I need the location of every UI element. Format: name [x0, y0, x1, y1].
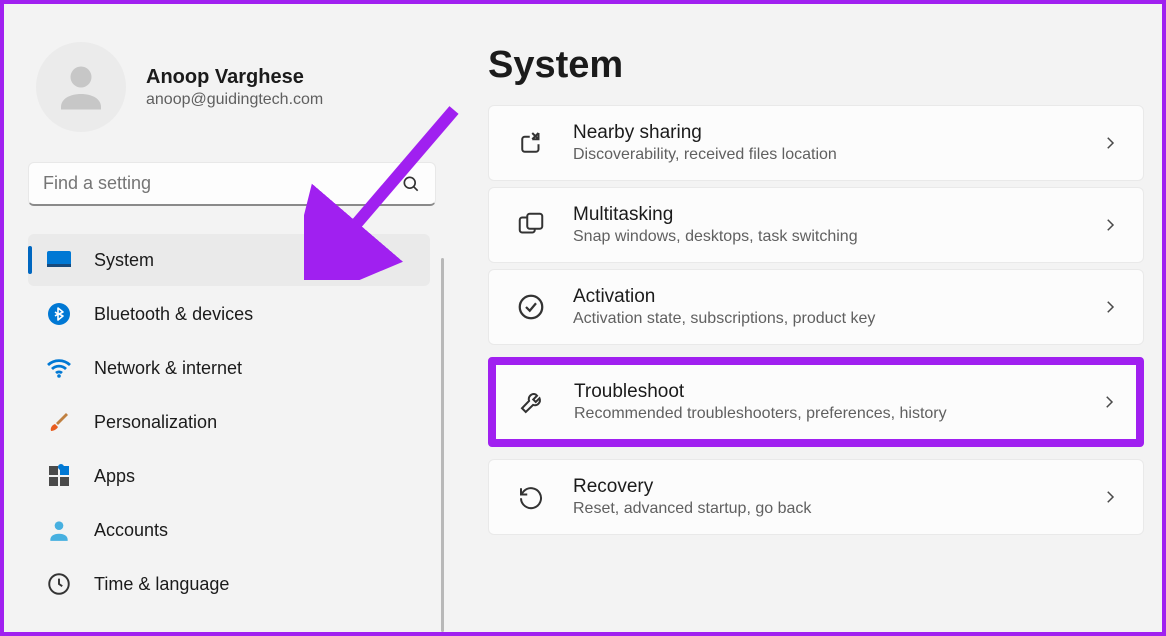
- sidebar-scrollbar[interactable]: [441, 258, 444, 632]
- setting-nearby-sharing[interactable]: Nearby sharing Discoverability, received …: [488, 105, 1144, 181]
- chevron-right-icon: [1100, 393, 1118, 411]
- avatar: [36, 42, 126, 132]
- main-content: System Nearby sharing Discoverability, re…: [454, 4, 1162, 632]
- profile-text: Anoop Varghese anoop@guidingtech.com: [146, 66, 323, 109]
- setting-recovery[interactable]: Recovery Reset, advanced startup, go back: [488, 459, 1144, 535]
- chevron-right-icon: [1101, 134, 1119, 152]
- person-icon: [51, 57, 111, 117]
- wrench-icon: [516, 386, 548, 418]
- sidebar-item-accounts[interactable]: Accounts: [28, 504, 430, 556]
- account-icon: [46, 517, 72, 543]
- setting-desc: Activation state, subscriptions, product…: [573, 310, 1075, 328]
- share-icon: [515, 127, 547, 159]
- sidebar-item-label: Network & internet: [94, 358, 242, 379]
- setting-troubleshoot[interactable]: Troubleshoot Recommended troubleshooters,…: [488, 357, 1144, 447]
- sidebar: Anoop Varghese anoop@guidingtech.com Sys…: [4, 4, 454, 632]
- sidebar-item-apps[interactable]: Apps: [28, 450, 430, 502]
- sidebar-item-time-language[interactable]: Time & language: [28, 558, 430, 610]
- sidebar-item-bluetooth-devices[interactable]: Bluetooth & devices: [28, 288, 430, 340]
- setting-text: Nearby sharing Discoverability, received …: [573, 122, 1075, 164]
- setting-text: Troubleshoot Recommended troubleshooters,…: [574, 381, 1074, 423]
- check-icon: [515, 291, 547, 323]
- bluetooth-icon: [46, 301, 72, 327]
- sidebar-item-label: System: [94, 250, 154, 271]
- settings-list: Nearby sharing Discoverability, received …: [488, 105, 1144, 535]
- setting-text: Activation Activation state, subscription…: [573, 286, 1075, 328]
- setting-text: Multitasking Snap windows, desktops, task…: [573, 204, 1075, 246]
- setting-desc: Reset, advanced startup, go back: [573, 500, 1075, 518]
- page-title: System: [488, 44, 1144, 87]
- sidebar-item-system[interactable]: System: [28, 234, 430, 286]
- system-icon: [46, 247, 72, 273]
- apps-icon: [46, 463, 72, 489]
- profile-block[interactable]: Anoop Varghese anoop@guidingtech.com: [28, 42, 440, 132]
- chevron-right-icon: [1101, 216, 1119, 234]
- setting-desc: Snap windows, desktops, task switching: [573, 228, 1075, 246]
- profile-email: anoop@guidingtech.com: [146, 91, 323, 109]
- setting-multitasking[interactable]: Multitasking Snap windows, desktops, task…: [488, 187, 1144, 263]
- setting-activation[interactable]: Activation Activation state, subscription…: [488, 269, 1144, 345]
- search-input[interactable]: [43, 173, 401, 194]
- setting-title: Recovery: [573, 476, 1075, 498]
- setting-text: Recovery Reset, advanced startup, go back: [573, 476, 1075, 518]
- search-icon: [401, 174, 421, 194]
- sidebar-item-label: Time & language: [94, 574, 229, 595]
- setting-title: Troubleshoot: [574, 381, 1074, 403]
- wifi-icon: [46, 355, 72, 381]
- setting-title: Nearby sharing: [573, 122, 1075, 144]
- chevron-right-icon: [1101, 488, 1119, 506]
- setting-desc: Recommended troubleshooters, preferences…: [574, 405, 1074, 423]
- setting-title: Multitasking: [573, 204, 1075, 226]
- chevron-right-icon: [1101, 298, 1119, 316]
- profile-name: Anoop Varghese: [146, 66, 323, 89]
- sidebar-item-label: Accounts: [94, 520, 168, 541]
- clock-icon: [46, 571, 72, 597]
- sidebar-item-label: Bluetooth & devices: [94, 304, 253, 325]
- sidebar-item-label: Apps: [94, 466, 135, 487]
- recovery-icon: [515, 481, 547, 513]
- sidebar-item-network-internet[interactable]: Network & internet: [28, 342, 430, 394]
- search-box[interactable]: [28, 162, 436, 206]
- sidebar-item-personalization[interactable]: Personalization: [28, 396, 430, 448]
- brush-icon: [46, 409, 72, 435]
- setting-title: Activation: [573, 286, 1075, 308]
- setting-desc: Discoverability, received files location: [573, 146, 1075, 164]
- sidebar-item-label: Personalization: [94, 412, 217, 433]
- multitask-icon: [515, 209, 547, 241]
- sidebar-nav: System Bluetooth & devices Network & inter…: [28, 234, 430, 610]
